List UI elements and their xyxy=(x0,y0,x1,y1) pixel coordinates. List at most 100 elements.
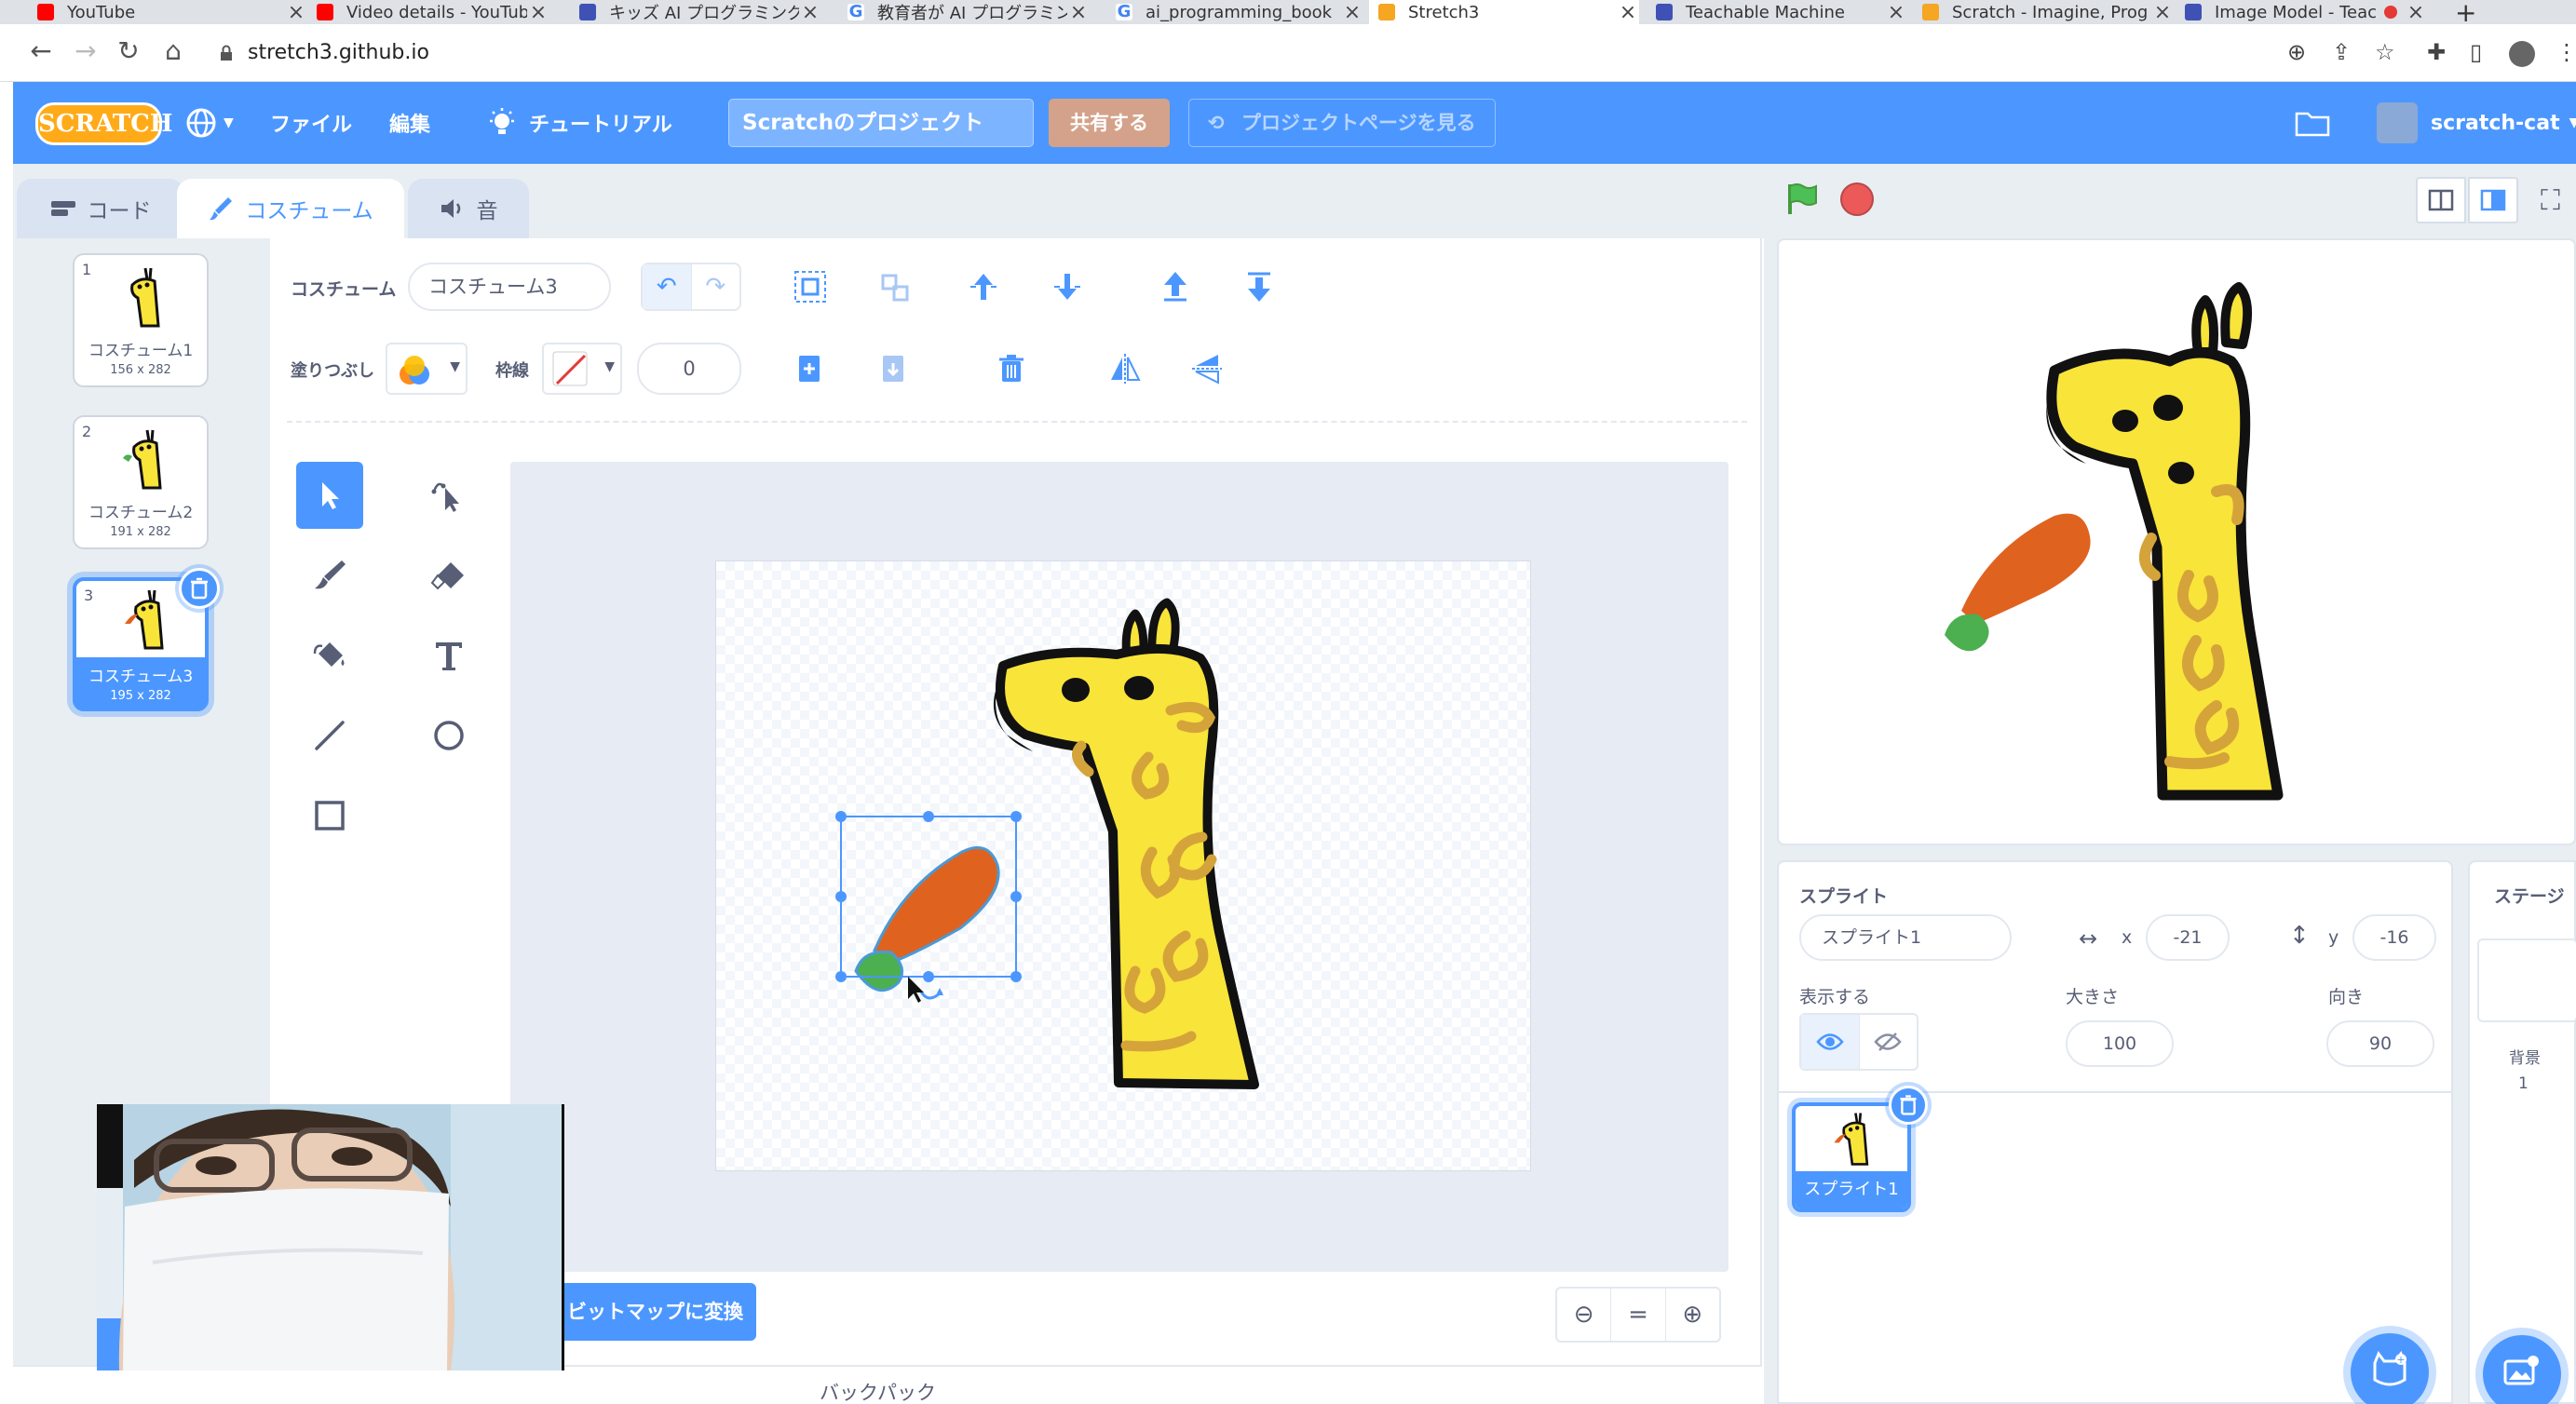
tab-code[interactable]: コード xyxy=(17,179,184,238)
scratch-logo[interactable]: SCRATCH xyxy=(35,102,172,145)
close-tab-icon[interactable]: × xyxy=(2151,1,2174,24)
y-position-input[interactable]: -16 xyxy=(2352,914,2436,961)
more-menu-icon[interactable]: ⋮ xyxy=(2556,39,2576,65)
stage-thumbnail[interactable] xyxy=(2477,938,2576,1022)
close-tab-icon[interactable]: × xyxy=(285,1,307,24)
undo-icon[interactable]: ↶ xyxy=(643,264,692,309)
lightbulb-icon xyxy=(490,108,514,134)
share-button[interactable]: 共有する xyxy=(1049,99,1170,147)
select-tool[interactable] xyxy=(296,462,363,529)
stop-button[interactable] xyxy=(1840,182,1874,216)
flip-vertical-icon[interactable] xyxy=(1186,348,1227,389)
paste-icon[interactable] xyxy=(874,348,915,389)
ungroup-icon[interactable] xyxy=(874,266,915,307)
browser-tab[interactable]: Image Model - Teac × xyxy=(2176,0,2427,24)
forward-icon[interactable]: → xyxy=(67,35,104,66)
choose-sprite-button[interactable]: + xyxy=(2351,1333,2429,1404)
extensions-icon[interactable]: ✚ xyxy=(2427,39,2446,65)
show-sprite-button[interactable] xyxy=(1801,1015,1860,1069)
close-tab-icon[interactable]: × xyxy=(1885,1,1907,24)
circle-tool[interactable] xyxy=(415,702,482,769)
small-stage-button[interactable] xyxy=(2416,177,2466,223)
choose-backdrop-button[interactable] xyxy=(2483,1335,2561,1404)
url-text[interactable]: stretch3.github.io xyxy=(248,41,429,64)
costume-item[interactable]: 2 コスチューム2 191 x 282 xyxy=(73,415,209,549)
share-icon[interactable]: ⇪ xyxy=(2332,39,2351,65)
line-tool[interactable] xyxy=(296,702,363,769)
zoom-in-button[interactable]: ⊕ xyxy=(1666,1289,1719,1341)
zoom-icon[interactable]: ⊕ xyxy=(2287,39,2306,65)
file-menu[interactable]: ファイル xyxy=(270,82,352,164)
browser-tab-active[interactable]: Stretch3 × xyxy=(1369,0,1639,24)
forward-layer-icon[interactable] xyxy=(963,266,1004,307)
browser-tab[interactable]: Video details - YouTube × xyxy=(307,0,549,24)
green-flag-button[interactable] xyxy=(1783,181,1820,222)
fullscreen-icon[interactable]: ⛶ xyxy=(2541,184,2560,217)
delete-sprite-button[interactable] xyxy=(1889,1086,1928,1125)
code-blocks-icon xyxy=(50,201,75,216)
large-stage-button[interactable] xyxy=(2468,177,2518,223)
reshape-tool[interactable] xyxy=(415,462,482,529)
browser-tab[interactable]: YouTube × xyxy=(28,0,307,24)
back-icon[interactable]: ← xyxy=(22,35,60,66)
brush-tool[interactable] xyxy=(296,542,363,609)
browser-tab[interactable]: Teachable Machine × xyxy=(1647,0,1907,24)
see-project-page-button[interactable]: ⟲ プロジェクトページを見る xyxy=(1188,99,1496,147)
stage[interactable] xyxy=(1777,238,2576,845)
paint-canvas-area[interactable] xyxy=(510,462,1729,1272)
stage-target-panel[interactable]: ステージ 背景 1 xyxy=(2468,860,2576,1404)
browser-tab[interactable]: G ai_programming_book × xyxy=(1106,0,1363,24)
costume-item[interactable]: 1 コスチューム1 156 x 282 xyxy=(73,253,209,387)
project-title-input[interactable]: Scratchのプロジェクト xyxy=(728,99,1034,147)
eraser-tool[interactable] xyxy=(415,542,482,609)
zoom-out-button[interactable]: ⊖ xyxy=(1557,1289,1612,1341)
text-tool[interactable] xyxy=(415,622,482,689)
bookmark-star-icon[interactable]: ☆ xyxy=(2375,39,2395,65)
rectangle-tool[interactable] xyxy=(296,782,363,849)
close-tab-icon[interactable]: × xyxy=(1067,1,1090,24)
size-input[interactable]: 100 xyxy=(2066,1020,2174,1067)
close-tab-icon[interactable]: × xyxy=(1617,1,1639,24)
backward-layer-icon[interactable] xyxy=(1047,266,1088,307)
tutorial-menu[interactable]: チュートリアル xyxy=(486,82,672,164)
close-tab-icon[interactable]: × xyxy=(799,1,821,24)
direction-input[interactable]: 90 xyxy=(2326,1020,2434,1067)
back-layer-icon[interactable] xyxy=(1239,266,1280,307)
profile-avatar[interactable] xyxy=(2509,41,2535,67)
my-stuff-folder-icon[interactable] xyxy=(2295,82,2330,164)
group-icon[interactable] xyxy=(790,266,831,307)
browser-tab[interactable]: Scratch - Imagine, Prog × xyxy=(1913,0,2174,24)
sprite-name-input[interactable]: スプライト1 xyxy=(1799,914,2012,961)
flip-horizontal-icon[interactable] xyxy=(1105,348,1146,389)
account-menu[interactable]: scratch-cat ▼ xyxy=(2377,82,2576,164)
redo-icon[interactable]: ↷ xyxy=(692,264,740,309)
browser-tab[interactable]: キッズ AI プログラミング × xyxy=(570,0,821,24)
front-layer-icon[interactable] xyxy=(1155,266,1196,307)
edit-menu[interactable]: 編集 xyxy=(389,82,430,164)
copy-icon[interactable] xyxy=(790,348,831,389)
convert-to-bitmap-button[interactable]: ビットマップに変換 xyxy=(557,1283,756,1341)
hide-sprite-button[interactable] xyxy=(1860,1015,1918,1069)
home-icon[interactable]: ⌂ xyxy=(155,35,192,66)
outline-color-picker[interactable]: ▼ xyxy=(542,343,622,395)
x-position-input[interactable]: -21 xyxy=(2146,914,2230,961)
tab-sounds[interactable]: 音 xyxy=(408,179,529,238)
backpack-bar[interactable]: バックパック xyxy=(13,1365,1762,1404)
costume-name-input[interactable]: コスチューム3 xyxy=(408,263,611,311)
tab-costumes[interactable]: コスチューム xyxy=(177,179,404,238)
reload-icon[interactable]: ↻ xyxy=(110,35,147,66)
fill-color-picker[interactable]: ▼ xyxy=(386,343,468,395)
zoom-reset-button[interactable]: = xyxy=(1611,1289,1666,1341)
delete-costume-button[interactable] xyxy=(179,568,220,609)
language-menu[interactable]: ▼ xyxy=(184,82,234,164)
close-tab-icon[interactable]: × xyxy=(527,1,549,24)
outline-width-input[interactable]: 0 xyxy=(637,343,741,395)
close-tab-icon[interactable]: × xyxy=(2405,1,2427,24)
browser-tab[interactable]: G 教育者が AI プログラミン × xyxy=(838,0,1090,24)
close-tab-icon[interactable]: × xyxy=(1341,1,1363,24)
sidepanel-icon[interactable]: ▯ xyxy=(2470,39,2482,65)
new-tab-button[interactable]: + xyxy=(2446,0,2483,28)
paint-canvas[interactable] xyxy=(715,560,1531,1171)
fill-tool[interactable] xyxy=(296,622,363,689)
delete-icon[interactable] xyxy=(991,348,1032,389)
